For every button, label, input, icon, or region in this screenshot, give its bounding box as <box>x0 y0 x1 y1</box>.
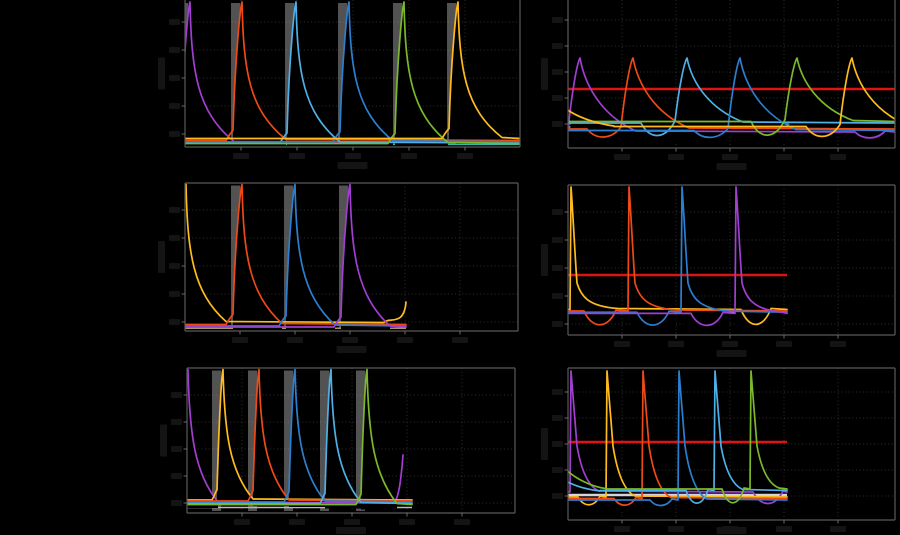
x-tick-label-smudge <box>722 341 738 347</box>
x-tick-label-smudge <box>289 519 305 525</box>
y-axis-label-smudge <box>541 428 548 460</box>
y-tick-label-smudge <box>169 235 180 241</box>
y-tick-label-smudge <box>169 263 180 269</box>
x-axis-label-smudge <box>337 346 367 353</box>
curve-fills <box>177 185 390 333</box>
subplot-bottom-left <box>160 368 515 534</box>
y-axis-label-smudge <box>541 58 548 90</box>
x-axis-label-smudge <box>717 527 747 534</box>
x-tick-label-smudge <box>399 519 415 525</box>
x-tick-label-smudge <box>614 526 630 532</box>
y-tick-label-smudge <box>552 17 563 23</box>
x-tick-label-smudge <box>776 154 792 160</box>
x-tick-label-smudge <box>232 337 248 343</box>
x-tick-label-smudge <box>830 341 846 347</box>
plot-area <box>534 0 900 148</box>
x-tick-label-smudge <box>289 153 305 159</box>
subplot-mid-left <box>158 183 518 353</box>
y-tick-label-smudge <box>169 47 180 53</box>
x-tick-label-smudge <box>830 526 846 532</box>
y-tick-label-smudge <box>552 389 563 395</box>
plot-area <box>175 368 515 513</box>
y-tick-label-smudge <box>171 473 182 479</box>
subplot-top-right <box>534 0 900 170</box>
y-tick-label-smudge <box>171 392 182 398</box>
x-tick-label-smudge <box>776 341 792 347</box>
x-tick-label-smudge <box>457 153 473 159</box>
y-axis-label-smudge <box>158 58 165 90</box>
x-tick-label-smudge <box>342 337 358 343</box>
x-tick-label-smudge <box>614 341 630 347</box>
y-tick-label-smudge <box>169 291 180 297</box>
figure-canvas <box>0 0 900 535</box>
x-tick-label-smudge <box>234 519 250 525</box>
y-tick-label-smudge <box>169 75 180 81</box>
y-tick-label-smudge <box>171 500 182 506</box>
x-tick-label-smudge <box>776 526 792 532</box>
x-tick-label-smudge <box>668 341 684 347</box>
x-axis-label-smudge <box>717 350 747 357</box>
x-tick-label-smudge <box>345 153 361 159</box>
x-tick-label-smudge <box>668 154 684 160</box>
x-tick-label-smudge <box>401 153 417 159</box>
subplot-mid-right <box>526 185 895 357</box>
y-tick-label-smudge <box>169 319 180 325</box>
x-axis-label-smudge <box>336 527 366 534</box>
x-tick-label-smudge <box>830 154 846 160</box>
y-tick-label-smudge <box>171 419 182 425</box>
y-tick-label-smudge <box>169 19 180 25</box>
plot-area <box>170 183 518 332</box>
y-tick-label-smudge <box>552 415 563 421</box>
y-tick-label-smudge <box>552 467 563 473</box>
x-axis-label-smudge <box>717 163 747 170</box>
x-tick-label-smudge <box>344 519 360 525</box>
y-axis-label-smudge <box>158 241 165 273</box>
y-tick-label-smudge <box>552 43 563 49</box>
y-tick-label-smudge <box>169 131 180 137</box>
y-tick-label-smudge <box>171 446 182 452</box>
x-tick-label-smudge <box>452 337 468 343</box>
y-tick-label-smudge <box>169 103 180 109</box>
plot-area <box>542 368 895 520</box>
y-tick-label-smudge <box>552 441 563 447</box>
plot-area <box>526 185 895 335</box>
y-tick-label-smudge <box>552 265 563 271</box>
y-axis-label-smudge <box>541 244 548 276</box>
subplot-bottom-right <box>541 368 895 534</box>
y-tick-label-smudge <box>552 237 563 243</box>
y-tick-label-smudge <box>552 321 563 327</box>
charts-figure <box>0 0 900 535</box>
y-tick-label-smudge <box>169 207 180 213</box>
y-tick-label-smudge <box>552 293 563 299</box>
x-tick-label-smudge <box>454 519 470 525</box>
x-axis-label-smudge <box>338 162 368 169</box>
x-tick-label-smudge <box>233 153 249 159</box>
y-tick-label-smudge <box>552 69 563 75</box>
x-tick-label-smudge <box>668 526 684 532</box>
y-tick-label-smudge <box>552 493 563 499</box>
y-tick-label-smudge <box>552 95 563 101</box>
y-tick-label-smudge <box>552 121 563 127</box>
x-tick-label-smudge <box>397 337 413 343</box>
subplot-top-left <box>158 0 520 169</box>
plot-area <box>173 0 520 149</box>
x-tick-label-smudge <box>614 154 630 160</box>
x-tick-label-smudge <box>722 154 738 160</box>
y-tick-label-smudge <box>552 209 563 215</box>
y-axis-label-smudge <box>160 425 167 457</box>
x-tick-label-smudge <box>287 337 303 343</box>
